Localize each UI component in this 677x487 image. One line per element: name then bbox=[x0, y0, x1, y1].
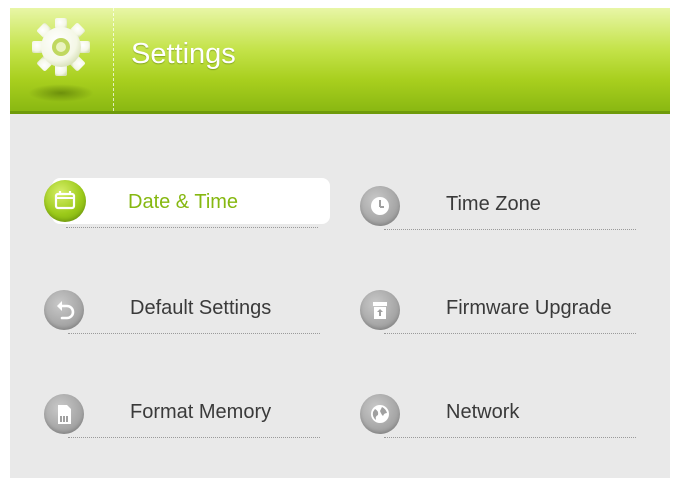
menu-item-time-zone[interactable]: Time Zone bbox=[360, 180, 636, 230]
menu-item-default-settings[interactable]: Default Settings bbox=[44, 284, 320, 334]
item-divider bbox=[384, 333, 636, 334]
settings-screen: Settings Date & Time Time Zone Default S… bbox=[10, 8, 670, 478]
menu-item-label: Time Zone bbox=[446, 193, 541, 215]
item-divider bbox=[66, 227, 318, 228]
calendar-icon bbox=[44, 180, 86, 222]
header-bar: Settings bbox=[10, 8, 670, 114]
item-divider bbox=[384, 437, 636, 438]
gear-icon bbox=[32, 18, 90, 76]
undo-icon bbox=[44, 290, 84, 330]
menu-item-label: Format Memory bbox=[130, 401, 272, 423]
menu-item-label: Network bbox=[446, 401, 520, 423]
item-divider bbox=[384, 229, 636, 230]
item-divider bbox=[68, 333, 320, 334]
clock-icon bbox=[360, 186, 400, 226]
item-divider bbox=[68, 437, 320, 438]
menu-item-label: Firmware Upgrade bbox=[446, 297, 612, 319]
menu-item-format-memory[interactable]: Format Memory bbox=[44, 388, 320, 438]
menu-item-label: Date & Time bbox=[128, 191, 239, 213]
header-divider bbox=[113, 8, 115, 111]
firmware-icon bbox=[360, 290, 400, 330]
globe-icon bbox=[360, 394, 400, 434]
menu-item-firmware-upgrade[interactable]: Firmware Upgrade bbox=[360, 284, 636, 334]
menu-item-network[interactable]: Network bbox=[360, 388, 636, 438]
page-title: Settings bbox=[131, 38, 236, 70]
gear-shadow bbox=[28, 84, 94, 102]
menu-item-label: Default Settings bbox=[130, 297, 272, 319]
memory-card-icon bbox=[44, 394, 84, 434]
menu-item-date-time[interactable]: Date & Time bbox=[42, 178, 330, 228]
